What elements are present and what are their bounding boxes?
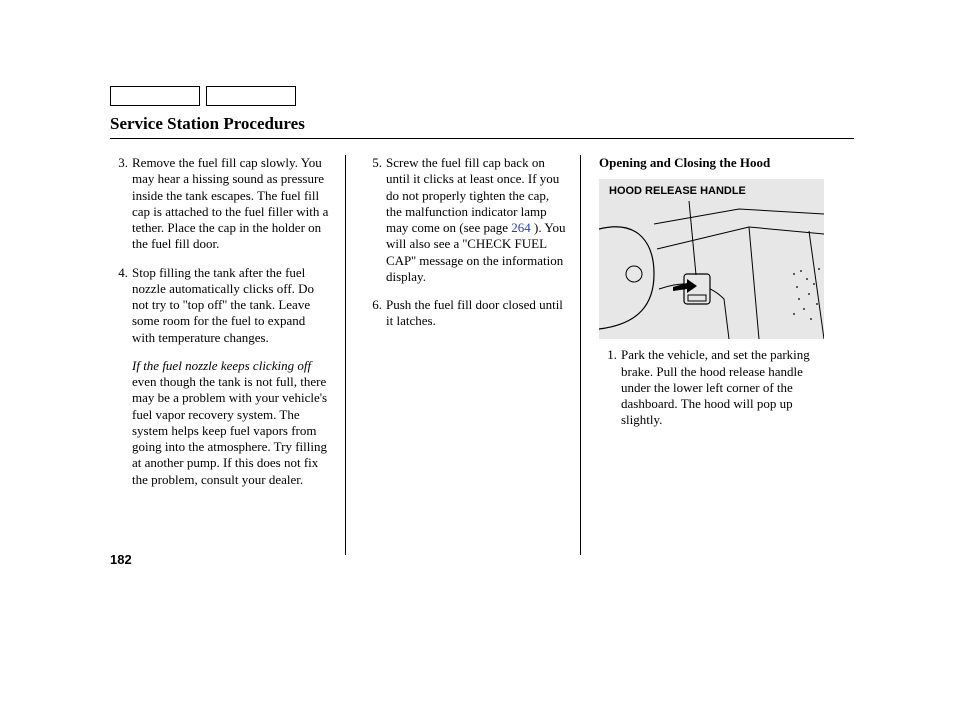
- item-text: Stop filling the tank after the fuel noz…: [132, 265, 331, 346]
- item-number: 3.: [110, 155, 128, 253]
- item-number: 4.: [110, 265, 128, 346]
- list-item: 3. Remove the fuel fill cap slowly. You …: [110, 155, 331, 253]
- item-text: Remove the fuel fill cap slowly. You may…: [132, 155, 331, 253]
- list-item: 1. Park the vehicle, and set the parking…: [599, 347, 826, 428]
- page-number: 182: [110, 552, 132, 567]
- item-number: 5.: [364, 155, 382, 285]
- body-columns: 3. Remove the fuel fill cap slowly. You …: [110, 155, 854, 555]
- link-box-2[interactable]: [206, 86, 296, 106]
- top-link-boxes: [110, 86, 854, 106]
- title-rule: [110, 138, 854, 139]
- hood-release-figure: HOOD RELEASE HANDLE: [599, 179, 824, 339]
- item-number: 6.: [364, 297, 382, 330]
- manual-page: Service Station Procedures 3. Remove the…: [0, 0, 954, 710]
- item-text: Push the fuel fill door closed until it …: [386, 297, 566, 330]
- column-1: 3. Remove the fuel fill cap slowly. You …: [110, 155, 345, 555]
- note-paragraph: If the fuel nozzle keeps clicking off ev…: [110, 358, 331, 488]
- link-box-1[interactable]: [110, 86, 200, 106]
- page-link-264[interactable]: 264: [511, 220, 531, 235]
- list-item: 4. Stop filling the tank after the fuel …: [110, 265, 331, 346]
- note-italic-lead: If the fuel nozzle keeps clicking off: [132, 358, 311, 373]
- column-2: 5. Screw the fuel fill cap back on until…: [345, 155, 580, 555]
- item-text: Park the vehicle, and set the parking br…: [621, 347, 826, 428]
- item-number: 1.: [599, 347, 617, 428]
- list-item: 6. Push the fuel fill door closed until …: [364, 297, 566, 330]
- column-3: Opening and Closing the Hood HOOD RELEAS…: [580, 155, 840, 555]
- hood-release-diagram: [599, 179, 824, 339]
- page-title: Service Station Procedures: [110, 114, 854, 134]
- section-subtitle: Opening and Closing the Hood: [599, 155, 826, 171]
- list-item: 5. Screw the fuel fill cap back on until…: [364, 155, 566, 285]
- note-body: even though the tank is not full, there …: [132, 374, 327, 487]
- item-text: Screw the fuel fill cap back on until it…: [386, 155, 566, 285]
